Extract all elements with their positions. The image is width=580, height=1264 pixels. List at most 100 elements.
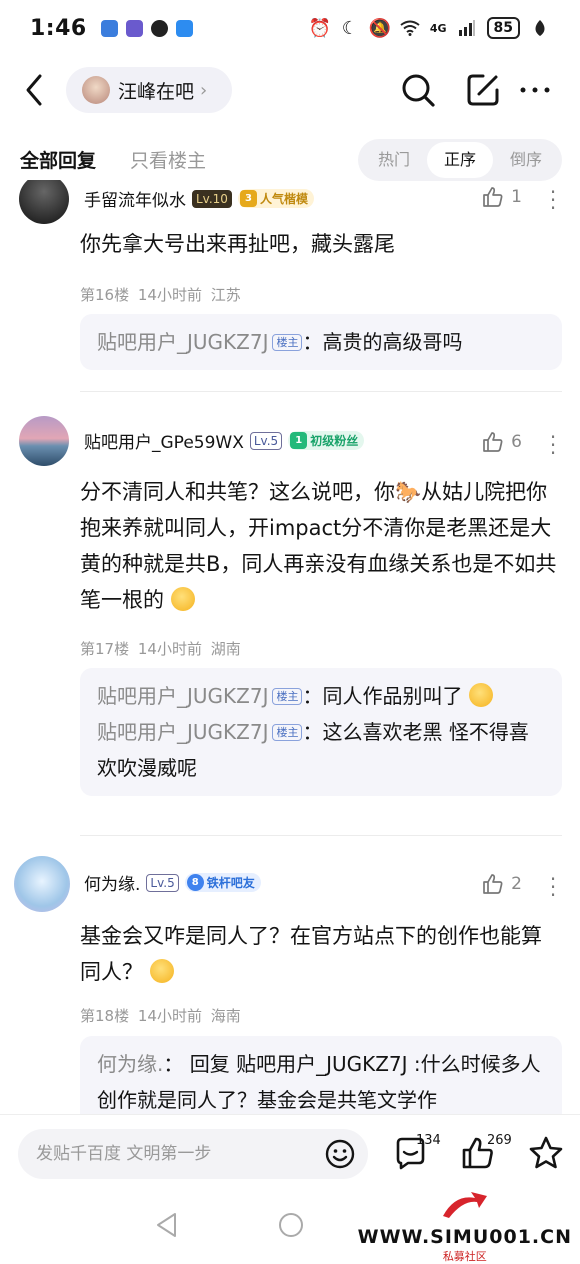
tab-op-only[interactable]: 只看楼主 xyxy=(130,146,206,173)
floor-number: 第17楼 xyxy=(80,640,130,658)
reply-user[interactable]: 贴吧用户_JUGKZ7J xyxy=(97,330,268,354)
reply-post: 何为缘. Lv.5 8 铁杆吧友 2 · · · 基金会又咋是同人了？在官方站点下的创… xyxy=(0,856,580,1114)
badge-level: 8 xyxy=(186,874,204,891)
post-location: 海南 xyxy=(210,1007,241,1025)
reply-text: 同人作品别叫了 xyxy=(322,684,463,708)
sub-replies[interactable]: 贴吧用户_JUGKZ7J 楼主 ：同人作品别叫了 贴吧用户_JUGKZ7J 楼主 ：这么… xyxy=(80,668,562,796)
level-badge: Lv.10 xyxy=(192,189,232,208)
op-tag: 楼主 xyxy=(272,334,303,351)
post-content: 基金会又咋是同人了？在官方站点下的创作也能算同人？ xyxy=(80,918,560,990)
floor-number: 第18楼 xyxy=(80,1007,130,1025)
reply-input-placeholder: 发贴千百度 文明第一步 xyxy=(36,1144,212,1164)
honor-badge: 3 人气楷模 xyxy=(237,189,314,208)
more-options-icon[interactable]: · · · xyxy=(548,427,558,463)
avatar[interactable] xyxy=(19,416,69,466)
sub-reply: 贴吧用户_JUGKZ7J 楼主 ：这么喜欢老黑 怪不得喜欢吹漫威呢 xyxy=(97,720,529,780)
post-content: 分不清同人和共笔？这么说吧，你🐎从姑儿院把你抱来养就叫同人，开impact分不清… xyxy=(80,474,560,618)
more-options-icon[interactable] xyxy=(515,70,555,110)
like-button[interactable]: 2 xyxy=(481,872,522,896)
post-time: 14小时前 xyxy=(137,1007,202,1025)
badge-label: 人气楷模 xyxy=(259,192,308,206)
content-part: 分不清同人和共笔？这么说吧，你 xyxy=(80,480,395,504)
comment-count: 134 xyxy=(416,1133,441,1148)
content-text: 基金会又咋是同人了？在官方站点下的创作也能算同人？ xyxy=(80,924,542,984)
watermark-subtext: 私募社区 xyxy=(442,1250,487,1263)
sub-reply: 贴吧用户_JUGKZ7J 楼主 ：同人作品别叫了 xyxy=(97,678,545,714)
watermark-text: WWW.SIMU001.CN xyxy=(357,1226,572,1248)
like-count: 6 xyxy=(511,432,522,452)
post-meta: 第16楼 14小时前 江苏 xyxy=(80,284,241,305)
username[interactable]: 贴吧用户_GPe59WX xyxy=(84,428,244,453)
like-button[interactable]: 6 xyxy=(481,430,522,454)
post-meta: 第17楼 14小时前 湖南 xyxy=(80,638,241,659)
floor-number: 第16楼 xyxy=(80,286,130,304)
tieba-notification-icon xyxy=(125,19,143,37)
username[interactable]: 何为缘. xyxy=(84,870,140,895)
thumb-up-icon xyxy=(483,432,503,452)
search-icon[interactable] xyxy=(398,70,438,110)
post-location: 江苏 xyxy=(210,286,241,304)
reply-user[interactable]: 贴吧用户_JUGKZ7J xyxy=(97,720,268,744)
level-badge: Lv.5 xyxy=(249,431,283,450)
avatar[interactable] xyxy=(19,180,69,224)
battery-level: 85 xyxy=(486,17,520,39)
sub-replies[interactable]: 贴吧用户_JUGKZ7J 楼主 ：高贵的高级哥吗 xyxy=(80,314,562,370)
sweat-emoji-icon xyxy=(149,959,174,983)
back-arrow-icon[interactable] xyxy=(22,72,48,108)
reply-post: 手留流年似水 Lv.10 3 人气楷模 1 · · · 你先拿大号出来再扯吧，藏头露尾… xyxy=(0,180,580,374)
sort-switch: 热门 正序 倒序 xyxy=(358,139,562,181)
thread-header: 汪峰在吧 › xyxy=(0,62,580,118)
like-count: 2 xyxy=(511,874,522,894)
post-meta: 第18楼 14小时前 海南 xyxy=(80,1005,241,1026)
wifi-icon xyxy=(400,18,420,38)
post-location: 湖南 xyxy=(210,640,241,658)
op-tag: 楼主 xyxy=(272,724,303,741)
forum-link[interactable]: 汪峰在吧 › xyxy=(66,67,232,113)
moon-icon: ☾ xyxy=(341,17,358,39)
thumb-up-icon xyxy=(483,187,503,207)
username[interactable]: 手留流年似水 xyxy=(84,186,186,211)
divider xyxy=(80,391,562,392)
reply-user[interactable]: 贴吧用户_JUGKZ7J xyxy=(97,684,268,708)
more-options-icon[interactable]: · · · xyxy=(548,869,558,905)
reply-feed: 手留流年似水 Lv.10 3 人气楷模 1 · · · 你先拿大号出来再扯吧，藏头露尾… xyxy=(0,180,580,1114)
sort-hot[interactable]: 热门 xyxy=(361,142,427,178)
sort-descending[interactable]: 倒序 xyxy=(493,142,559,178)
thumb-up-icon xyxy=(483,874,503,894)
status-bar: 1:46 ⏰ ☾ 🔕 4G 85 xyxy=(0,0,580,56)
shocked-emoji-icon xyxy=(170,587,195,611)
leaf-icon xyxy=(530,18,550,38)
message-notification-icon xyxy=(175,19,193,37)
honor-badge: 1 初级粉丝 xyxy=(288,431,365,450)
chevron-right-icon: › xyxy=(200,79,208,101)
badge-label: 初级粉丝 xyxy=(310,434,359,448)
nav-home-icon[interactable] xyxy=(276,1210,306,1240)
horse-emoji-icon: 🐎 xyxy=(395,480,422,504)
reply-input[interactable]: 发贴千百度 文明第一步 xyxy=(18,1129,368,1179)
more-options-icon[interactable]: · · · xyxy=(548,182,558,218)
nav-back-icon[interactable] xyxy=(153,1210,181,1240)
status-time: 1:46 xyxy=(30,15,87,41)
reply-user[interactable]: 何为缘. xyxy=(97,1052,163,1076)
reply-text: 高贵的高级哥吗 xyxy=(322,330,463,354)
sub-replies[interactable]: 何为缘.： 回复 贴吧用户_JUGKZ7J :什么时候多人创作就是同人了？基金会… xyxy=(80,1036,562,1114)
like-button[interactable]: 1 xyxy=(481,185,522,209)
avatar[interactable] xyxy=(14,856,70,912)
qq-notification-icon xyxy=(150,19,168,37)
like-count: 1 xyxy=(511,187,522,207)
shocked-emoji-icon xyxy=(468,683,493,707)
bottom-action-bar: 发贴千百度 文明第一步 134 269 xyxy=(0,1114,580,1194)
star-icon[interactable] xyxy=(528,1135,564,1171)
like-count: 269 xyxy=(487,1133,512,1148)
op-tag: 楼主 xyxy=(272,688,303,705)
watermark-logo-icon xyxy=(442,1192,487,1218)
tab-all-replies[interactable]: 全部回复 xyxy=(20,146,96,173)
emoji-icon[interactable] xyxy=(324,1138,356,1170)
reply-post: 贴吧用户_GPe59WX Lv.5 1 初级粉丝 6 · · · 分不清同人和共笔？这… xyxy=(0,416,580,836)
post-content: 你先拿大号出来再扯吧，藏头露尾 xyxy=(80,232,395,256)
sort-ascending[interactable]: 正序 xyxy=(427,142,493,178)
compose-icon[interactable] xyxy=(463,70,503,110)
signal-icon xyxy=(457,18,477,38)
mute-icon: 🔕 xyxy=(368,17,392,39)
forum-avatar xyxy=(82,76,110,104)
